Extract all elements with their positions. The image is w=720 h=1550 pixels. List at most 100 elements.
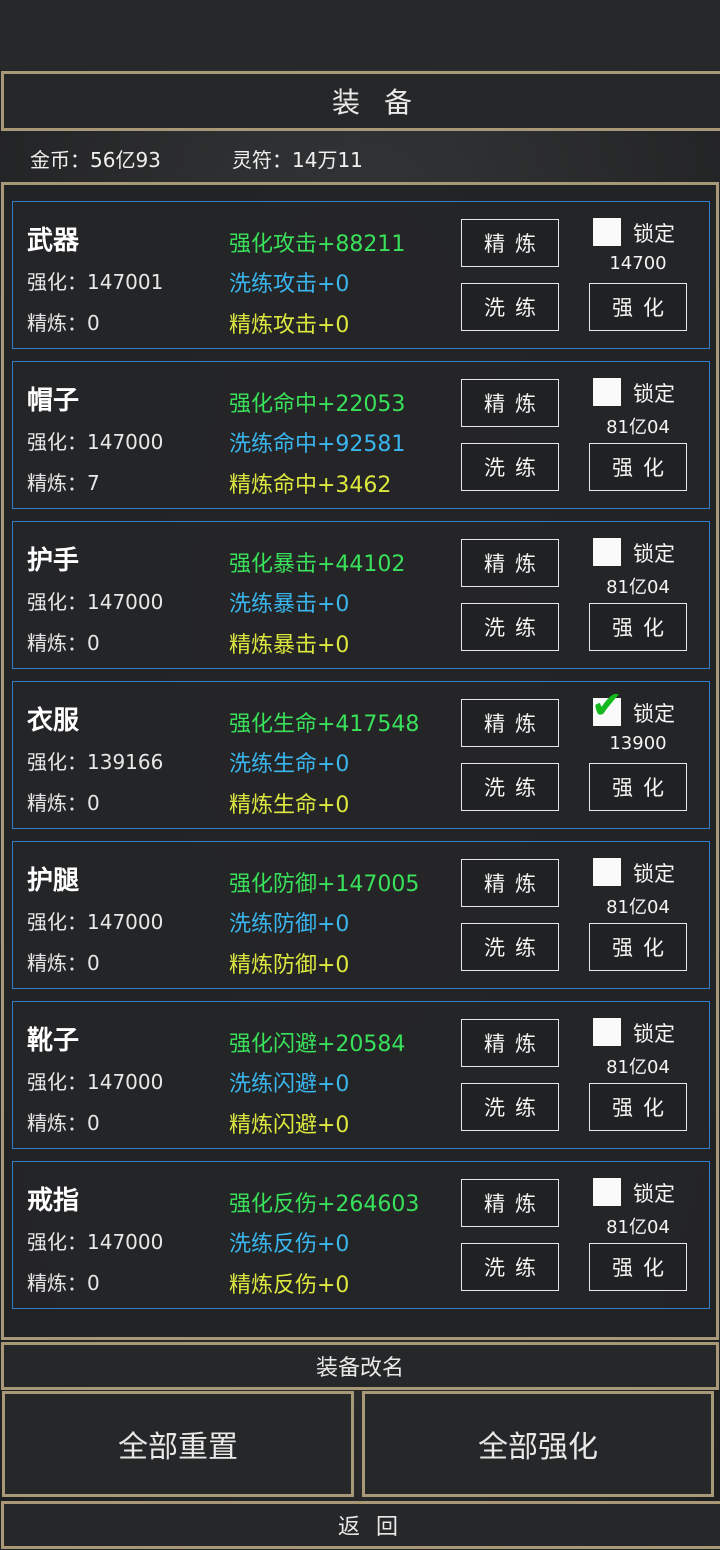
lock-checkbox[interactable] xyxy=(593,538,621,566)
strengthen-stat: 强化生命+417548 xyxy=(229,712,420,737)
refine-level: 精炼：0 xyxy=(27,631,100,655)
back-button[interactable]: 返回 xyxy=(1,1501,720,1549)
refine-stat: 精炼暴击+0 xyxy=(229,633,350,658)
refine-level: 精炼：0 xyxy=(27,1271,100,1295)
wash-button[interactable]: 洗练 xyxy=(461,763,559,811)
strengthen-stat: 强化命中+22053 xyxy=(229,392,406,417)
lock-label: 锁定 xyxy=(633,382,675,406)
equipment-list[interactable]: 武器 强化：147001 精炼：0 强化攻击+88211 洗练攻击+0 精炼攻击… xyxy=(1,182,719,1340)
strengthen-stat: 强化反伤+264603 xyxy=(229,1192,420,1217)
refine-button[interactable]: 精炼 xyxy=(461,699,559,747)
reset-all-button[interactable]: 全部重置 xyxy=(2,1391,354,1497)
equipment-card: 护腿 强化：147000 精炼：0 强化防御+147005 洗练防御+0 精炼防… xyxy=(12,841,710,989)
refine-stat: 精炼命中+3462 xyxy=(229,473,392,498)
strengthen-cost: 81亿04 xyxy=(606,1057,670,1078)
refine-level: 精炼：0 xyxy=(27,311,100,335)
equipment-name: 衣服 xyxy=(27,706,80,736)
strengthen-stat: 强化攻击+88211 xyxy=(229,232,406,257)
lock-label: 锁定 xyxy=(633,862,675,886)
refine-button[interactable]: 精炼 xyxy=(461,859,559,907)
equipment-name: 护腿 xyxy=(27,866,80,896)
lock-checkbox[interactable] xyxy=(593,858,621,886)
refine-stat: 精炼防御+0 xyxy=(229,953,350,978)
strengthen-button[interactable]: 强化 xyxy=(589,1243,687,1291)
currency-bar: 金币：56亿93 灵符：14万11 xyxy=(0,138,720,174)
refine-stat: 精炼攻击+0 xyxy=(229,313,350,338)
strengthen-button[interactable]: 强化 xyxy=(589,443,687,491)
equipment-card: 武器 强化：147001 精炼：0 强化攻击+88211 洗练攻击+0 精炼攻击… xyxy=(12,201,710,349)
wash-stat: 洗练生命+0 xyxy=(229,752,350,777)
refine-stat: 精炼反伤+0 xyxy=(229,1273,350,1298)
lock-checkbox[interactable] xyxy=(593,1178,621,1206)
wash-button[interactable]: 洗练 xyxy=(461,283,559,331)
refine-level: 精炼：7 xyxy=(27,471,100,495)
strengthen-button[interactable]: 强化 xyxy=(589,1083,687,1131)
lock-checkbox[interactable] xyxy=(593,378,621,406)
equipment-name: 靴子 xyxy=(27,1026,80,1056)
refine-level: 精炼：0 xyxy=(27,791,100,815)
wash-stat: 洗练暴击+0 xyxy=(229,592,350,617)
strengthen-level: 强化：147000 xyxy=(27,1070,164,1094)
gold-amount: 金币：56亿93 xyxy=(30,148,161,172)
strengthen-level: 强化：147000 xyxy=(27,430,164,454)
equipment-name: 武器 xyxy=(27,226,80,256)
wash-stat: 洗练防御+0 xyxy=(229,912,350,937)
wash-stat: 洗练反伤+0 xyxy=(229,1232,350,1257)
equipment-card: 护手 强化：147000 精炼：0 强化暴击+44102 洗练暴击+0 精炼暴击… xyxy=(12,521,710,669)
lock-label: 锁定 xyxy=(633,1182,675,1206)
strengthen-cost: 81亿04 xyxy=(606,1217,670,1238)
strengthen-level: 强化：147001 xyxy=(27,270,164,294)
equipment-name: 戒指 xyxy=(27,1186,80,1216)
strengthen-level: 强化：147000 xyxy=(27,910,164,934)
strengthen-level: 强化：147000 xyxy=(27,1230,164,1254)
strengthen-stat: 强化防御+147005 xyxy=(229,872,420,897)
strengthen-cost: 81亿04 xyxy=(606,417,670,438)
lock-label: 锁定 xyxy=(633,702,675,726)
equipment-name: 帽子 xyxy=(27,386,80,416)
strengthen-stat: 强化暴击+44102 xyxy=(229,552,406,577)
top-bar xyxy=(0,0,720,70)
wash-stat: 洗练命中+92581 xyxy=(229,432,406,457)
checkmark-icon: ✔ xyxy=(591,683,623,727)
strengthen-button[interactable]: 强化 xyxy=(589,923,687,971)
equipment-card: 衣服 强化：139166 精炼：0 强化生命+417548 洗练生命+0 精炼生… xyxy=(12,681,710,829)
strengthen-button[interactable]: 强化 xyxy=(589,603,687,651)
wash-stat: 洗练闪避+0 xyxy=(229,1072,350,1097)
strengthen-level: 强化：147000 xyxy=(27,590,164,614)
lock-label: 锁定 xyxy=(633,1022,675,1046)
lock-checkbox[interactable] xyxy=(593,1018,621,1046)
refine-button[interactable]: 精炼 xyxy=(461,219,559,267)
lock-label: 锁定 xyxy=(633,222,675,246)
equipment-card: 戒指 强化：147000 精炼：0 强化反伤+264603 洗练反伤+0 精炼反… xyxy=(12,1161,710,1309)
strengthen-cost: 81亿04 xyxy=(606,577,670,598)
refine-stat: 精炼生命+0 xyxy=(229,793,350,818)
rename-equipment-button[interactable]: 装备改名 xyxy=(1,1342,719,1390)
refine-button[interactable]: 精炼 xyxy=(461,1019,559,1067)
strengthen-all-button[interactable]: 全部强化 xyxy=(362,1391,714,1497)
strengthen-cost: 13900 xyxy=(609,733,667,754)
page-title: 装备 xyxy=(1,71,720,131)
lock-label: 锁定 xyxy=(633,542,675,566)
strengthen-stat: 强化闪避+20584 xyxy=(229,1032,406,1057)
strengthen-cost: 81亿04 xyxy=(606,897,670,918)
refine-button[interactable]: 精炼 xyxy=(461,539,559,587)
wash-button[interactable]: 洗练 xyxy=(461,1243,559,1291)
refine-level: 精炼：0 xyxy=(27,951,100,975)
wash-button[interactable]: 洗练 xyxy=(461,603,559,651)
refine-level: 精炼：0 xyxy=(27,1111,100,1135)
refine-button[interactable]: 精炼 xyxy=(461,1179,559,1227)
equipment-name: 护手 xyxy=(27,546,80,576)
lock-checkbox[interactable]: ✔ xyxy=(591,686,623,726)
wash-button[interactable]: 洗练 xyxy=(461,923,559,971)
wash-button[interactable]: 洗练 xyxy=(461,443,559,491)
equipment-card: 帽子 强化：147000 精炼：7 强化命中+22053 洗练命中+92581 … xyxy=(12,361,710,509)
refine-stat: 精炼闪避+0 xyxy=(229,1113,350,1138)
strengthen-button[interactable]: 强化 xyxy=(589,283,687,331)
strengthen-cost: 14700 xyxy=(609,253,667,274)
strengthen-level: 强化：139166 xyxy=(27,750,164,774)
refine-button[interactable]: 精炼 xyxy=(461,379,559,427)
lock-checkbox[interactable] xyxy=(593,218,621,246)
equipment-card: 靴子 强化：147000 精炼：0 强化闪避+20584 洗练闪避+0 精炼闪避… xyxy=(12,1001,710,1149)
wash-button[interactable]: 洗练 xyxy=(461,1083,559,1131)
strengthen-button[interactable]: 强化 xyxy=(589,763,687,811)
